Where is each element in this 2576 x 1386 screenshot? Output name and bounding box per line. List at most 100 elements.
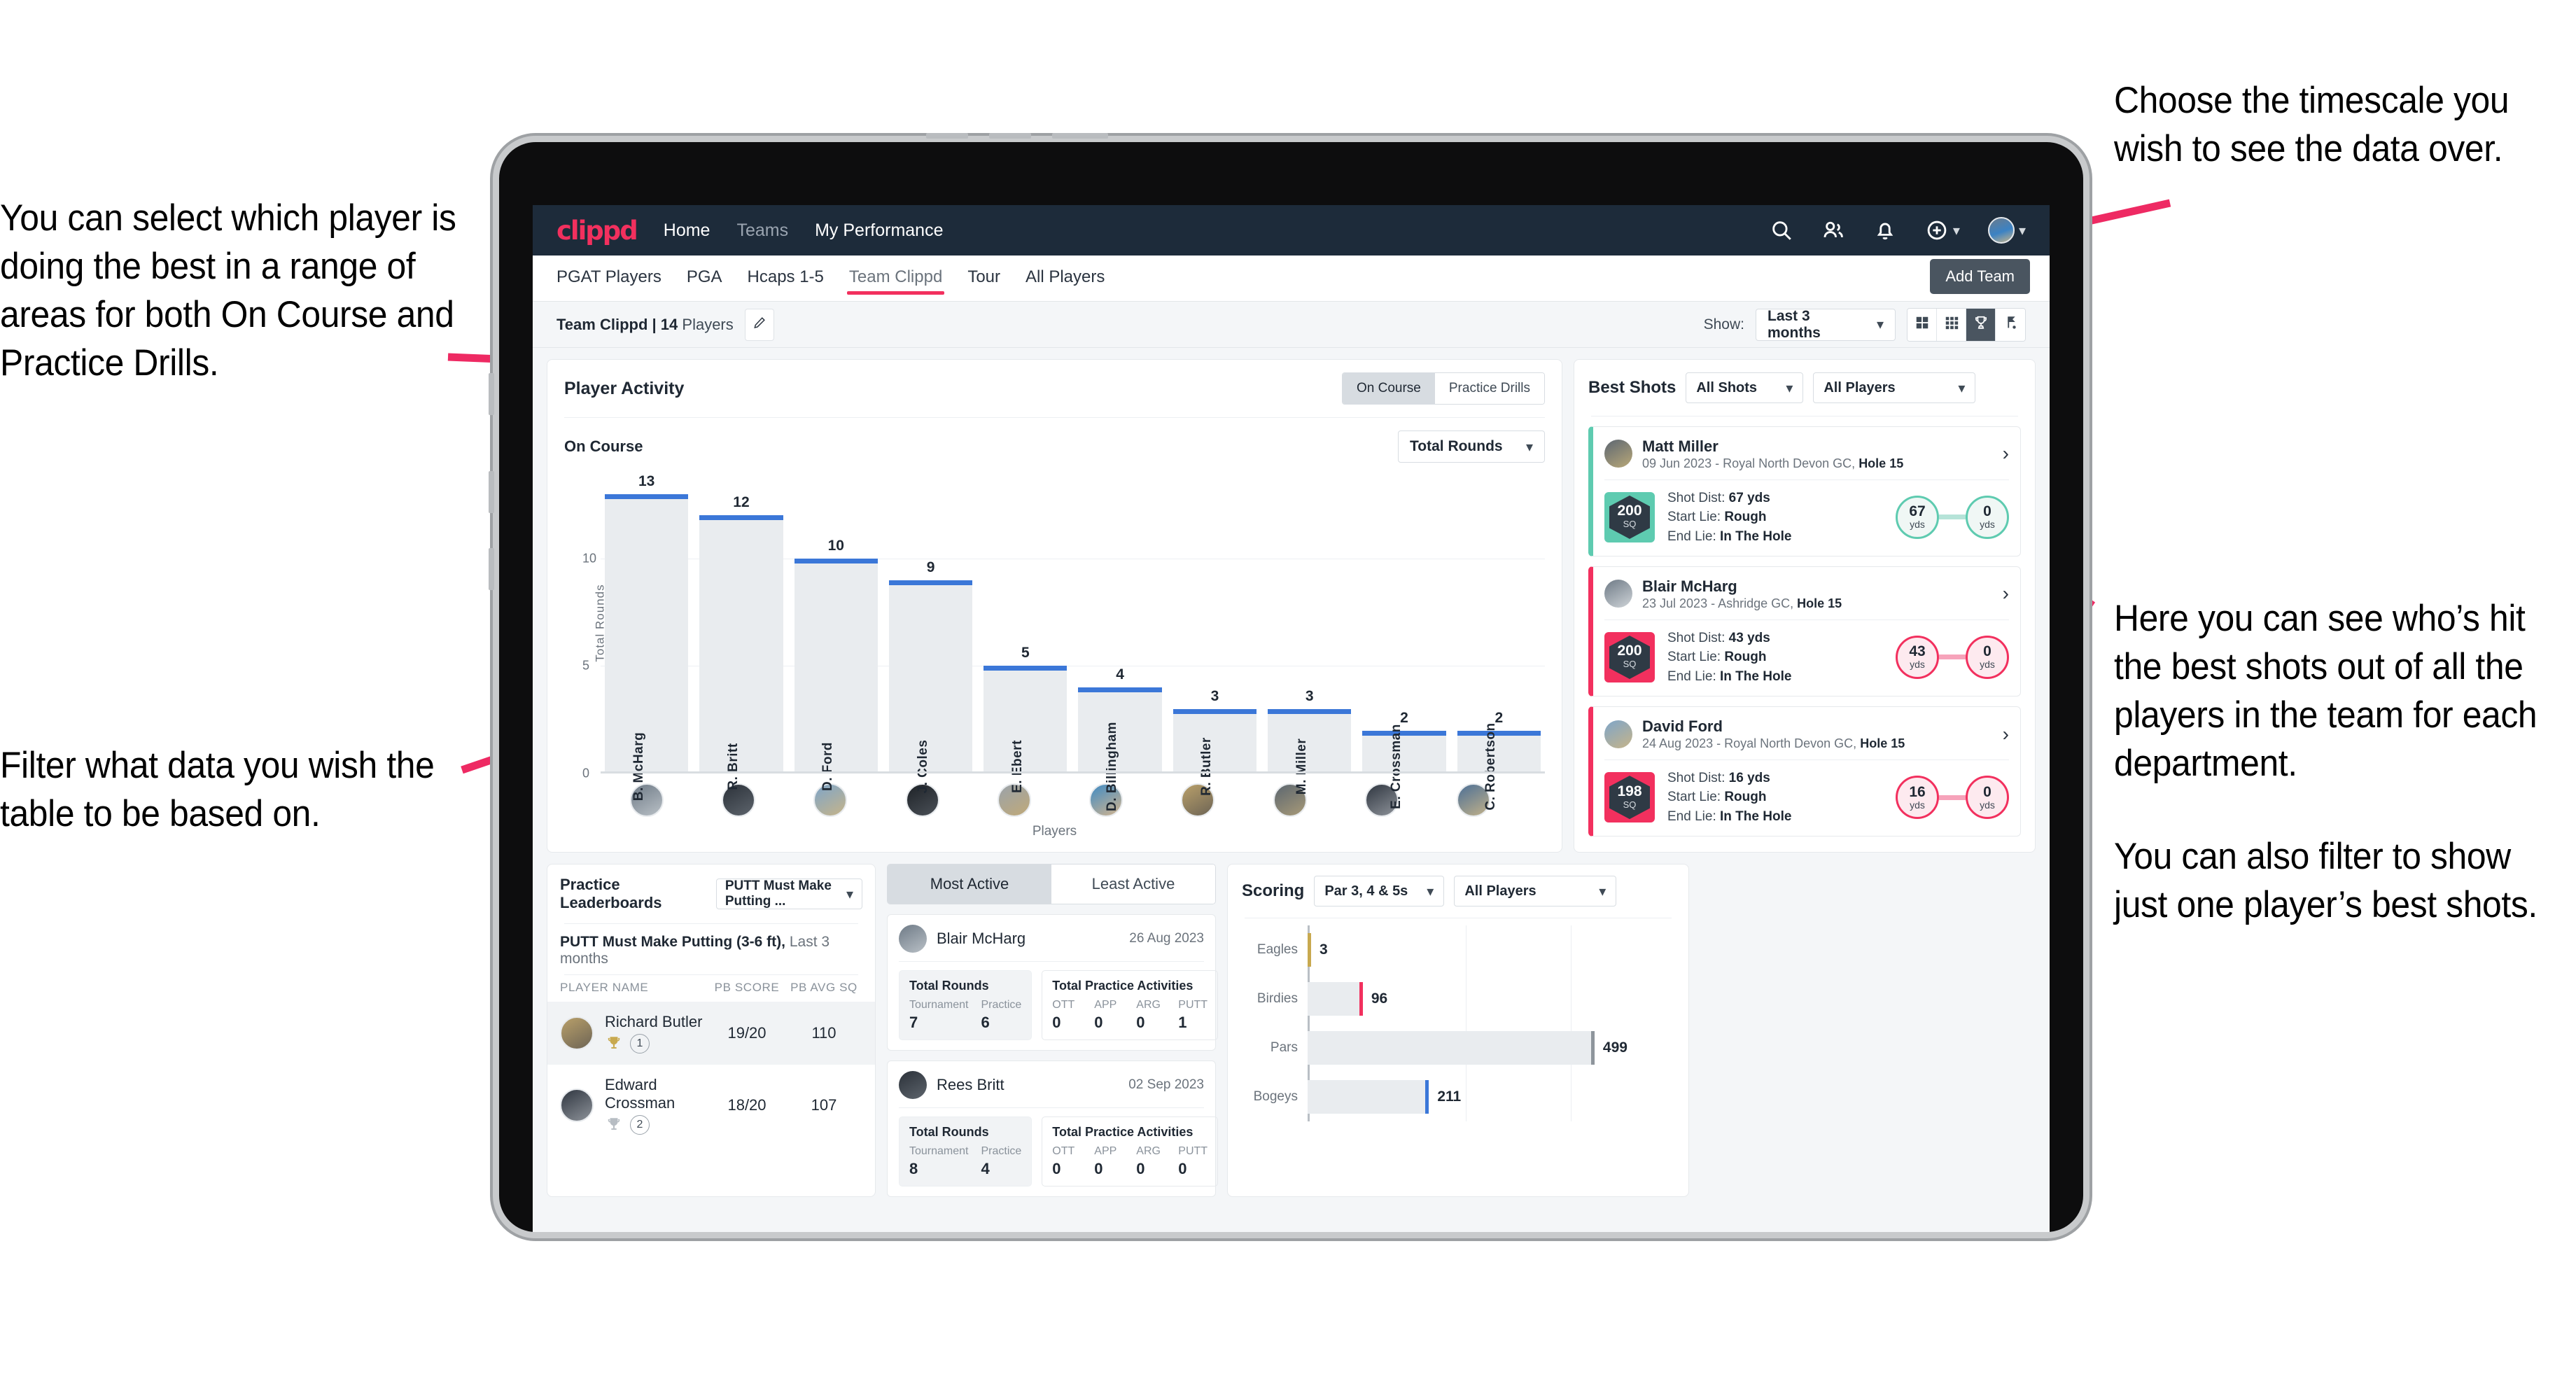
nav-item-my-performance[interactable]: My Performance (815, 220, 943, 241)
scoring-par-filter[interactable]: Par 3, 4 & 5s ▾ (1314, 876, 1445, 906)
chart-bar-group[interactable]: 5 E. Ebert (983, 472, 1068, 793)
view-golf-flag-button[interactable] (1996, 308, 2025, 341)
best-shot-date: 23 Jul 2023 (1642, 596, 1708, 610)
column-header-pb-score: PB SCORE (714, 981, 780, 994)
chart-bar-group[interactable]: 9 J. Coles (888, 472, 973, 793)
scoring-bar-row[interactable]: Eagles 3 (1242, 925, 1674, 974)
scoring-bar-row[interactable]: Pars 499 (1242, 1023, 1674, 1072)
chart-bar[interactable]: D. Billingham (1078, 687, 1162, 811)
practice-stat-value: 0 (1178, 1160, 1187, 1177)
tab-hcaps-1-5[interactable]: Hcaps 1-5 (748, 267, 824, 294)
view-grid-4-button[interactable] (1907, 308, 1937, 341)
shot-quality-badge: 198 SQ (1604, 772, 1655, 823)
rounds-stat-label: Practice (981, 999, 1022, 1011)
chart-bar[interactable]: R. Butler (1172, 708, 1257, 796)
scoring-bar[interactable] (1308, 982, 1363, 1016)
pb-score-value: 18/20 (727, 1096, 766, 1114)
toggle-practice-drills[interactable]: Practice Drills (1434, 373, 1544, 404)
start-lie-label: Start Lie: (1667, 790, 1721, 805)
timescale-select[interactable]: Last 3 months ▾ (1756, 308, 1896, 341)
plus-circle-icon[interactable] (1925, 218, 1949, 242)
activity-card[interactable]: Blair McHarg 26 Aug 2023 Total Rounds Tourn… (887, 914, 1219, 1051)
chart-bar-group[interactable]: 2 E. Crossman (1362, 472, 1446, 809)
best-shot-hole: Hole 15 (1860, 736, 1905, 750)
grid-4-icon (1914, 315, 1930, 334)
start-lie-line: Start Lie: Rough (1667, 507, 1791, 527)
tab-all-players[interactable]: All Players (1026, 267, 1105, 294)
chart-bar[interactable]: E. Ebert (983, 666, 1068, 793)
table-row[interactable]: Richard Butler 1 19/20 110 (547, 1002, 875, 1065)
nav-item-home[interactable]: Home (664, 220, 710, 241)
chevron-right-icon[interactable]: › (2003, 442, 2009, 465)
search-icon[interactable] (1770, 218, 1793, 242)
user-menu[interactable]: ▾ (1987, 217, 2026, 244)
best-shots-player-filter[interactable]: All Players ▾ (1813, 372, 1976, 403)
toggle-on-course[interactable]: On Course (1343, 373, 1435, 404)
best-shot-card[interactable]: Matt Miller 09 Jun 2023 - Royal North Dev… (1588, 426, 2021, 557)
side-button-3 (489, 548, 494, 590)
chart-bar-group[interactable]: 4 D. Billingham (1078, 472, 1162, 811)
chart-bar-group[interactable]: 13 B. McHarg (605, 472, 689, 801)
scoring-player-filter[interactable]: All Players ▾ (1454, 876, 1617, 906)
table-row[interactable]: Edward Crossman 2 18/20 107 (547, 1065, 875, 1146)
from-value: 43 (1909, 643, 1926, 660)
annotation-mid-right-2: You can also filter to show just one pla… (2114, 836, 2538, 925)
scoring-bar[interactable] (1308, 1031, 1595, 1065)
scoring-bar-row[interactable]: Birdies 96 (1242, 974, 1674, 1023)
chart-bar-group[interactable]: 2 C. Robertson (1457, 472, 1541, 811)
shot-start-distance: 16 yds (1896, 776, 1939, 820)
tab-most-active[interactable]: Most Active (888, 864, 1051, 904)
drill-select[interactable]: PUTT Must Make Putting ... ▾ (715, 878, 862, 909)
chart-bar-group[interactable]: 12 R. Britt (699, 472, 783, 790)
add-menu[interactable]: ▾ (1925, 218, 1960, 242)
chart-bar[interactable]: B. McHarg (605, 493, 689, 801)
chart-bar[interactable]: M. Miller (1268, 708, 1352, 794)
from-value: 16 (1909, 783, 1926, 800)
avatar (899, 1071, 927, 1099)
scoring-bar-row[interactable]: Bogeys 211 (1242, 1072, 1674, 1121)
scoring-bar[interactable] (1308, 933, 1311, 967)
edit-team-button[interactable] (744, 308, 774, 341)
avatar[interactable] (1987, 217, 2015, 244)
best-shots-shot-filter[interactable]: All Shots ▾ (1686, 372, 1804, 403)
annotation-bottom-left: Filter what data you wish the table to b… (0, 745, 435, 834)
practice-stat-label: PUTT (1178, 999, 1208, 1011)
chevron-right-icon[interactable]: › (2003, 723, 2009, 746)
shot-dist-value: 67 yds (1728, 490, 1770, 505)
scoring-bar-value: 211 (1437, 1088, 1462, 1105)
best-shot-card[interactable]: Blair McHarg 23 Jul 2023 - Ashridge GC, H… (1588, 566, 2021, 697)
scoring-bar[interactable] (1308, 1080, 1429, 1114)
nav-item-teams[interactable]: Teams (736, 220, 788, 241)
best-shot-header: Matt Miller 09 Jun 2023 - Royal North Dev… (1604, 437, 2009, 471)
activity-card[interactable]: Rees Britt 02 Sep 2023 Total Rounds Tournam… (887, 1060, 1219, 1197)
tab-pgat-players[interactable]: PGAT Players (556, 267, 662, 294)
chart-bar[interactable]: C. Robertson (1457, 722, 1541, 811)
chart-bar[interactable]: E. Crossman (1362, 724, 1446, 809)
chart-bar[interactable]: R. Britt (699, 515, 783, 790)
metric-select[interactable]: Total Rounds ▾ (1398, 430, 1545, 463)
chart-bar[interactable]: D. Ford (794, 558, 878, 791)
tab-team-clippd[interactable]: Team Clippd (846, 267, 945, 295)
tab-tour[interactable]: Tour (967, 267, 1000, 294)
tablet-device-frame: clippd Home Teams My Performance ▾ ▾ PGA… (489, 133, 2083, 1232)
clippd-logo[interactable]: clippd (556, 216, 638, 246)
chart-bar-group[interactable]: 10 D. Ford (794, 472, 878, 791)
chart-y-tick: 10 (582, 551, 597, 566)
volume-button-2 (989, 133, 1031, 139)
tab-pga[interactable]: PGA (687, 267, 722, 294)
start-lie-label: Start Lie: (1667, 510, 1721, 525)
tab-least-active[interactable]: Least Active (1051, 864, 1215, 904)
chevron-right-icon[interactable]: › (2003, 582, 2009, 605)
view-grid-9-button[interactable] (1937, 308, 1966, 341)
people-icon[interactable] (1821, 218, 1845, 242)
chart-bar-group[interactable]: 3 M. Miller (1268, 472, 1352, 794)
chart-bar-value: 5 (1021, 645, 1030, 662)
chart-bar-group[interactable]: 3 R. Butler (1172, 472, 1257, 796)
chart-bar[interactable]: J. Coles (888, 580, 973, 793)
best-shot-card[interactable]: David Ford 24 Aug 2023 - Royal North Devo… (1588, 706, 2021, 837)
bell-icon[interactable] (1873, 218, 1897, 242)
power-button (1052, 133, 1108, 139)
end-lie-line: End Lie: In The Hole (1667, 807, 1791, 827)
column-header-pb-avg-sq: PB AVG SQ (790, 981, 858, 994)
view-trophy-button[interactable] (1966, 308, 1996, 341)
